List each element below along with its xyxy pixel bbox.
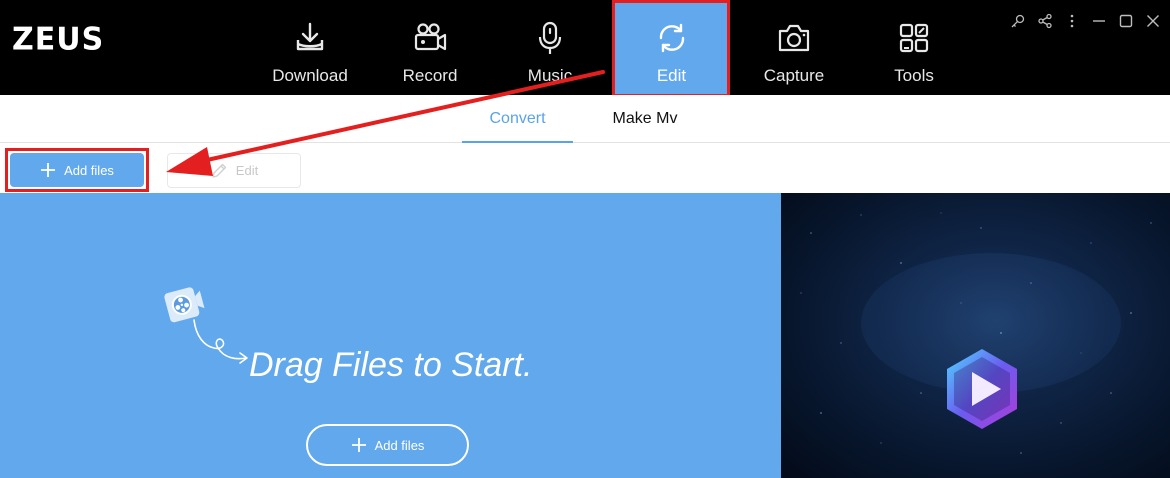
nav-capture[interactable]: Capture [734,0,854,95]
add-files-main-label: Add files [374,437,425,453]
close-icon[interactable] [1144,12,1162,30]
nav-edit[interactable]: Edit [613,0,730,95]
download-icon [296,22,324,51]
nav-label: Download [272,66,348,85]
nav-label: Music [527,66,573,85]
plus-icon [41,163,56,177]
nav-label: Edit [656,66,687,85]
nav-record[interactable]: Record [370,0,490,95]
plus-icon [351,438,366,452]
play-logo-icon [947,349,1017,429]
nav-music[interactable]: Music [490,0,610,95]
maximize-icon[interactable] [1117,12,1135,30]
edit-button[interactable]: Edit [167,153,301,188]
add-files-label: Add files [64,162,114,178]
add-files-main-button[interactable]: Add files [306,424,469,466]
minimize-icon[interactable] [1090,12,1108,30]
curved-arrow-icon [193,319,248,364]
drop-area[interactable]: Drag Files to Start. Add files [0,193,781,478]
camera-icon [778,24,810,52]
app-logo: ZEUS [12,21,105,58]
share-icon[interactable] [1036,12,1054,30]
pencil-icon [212,163,226,178]
nav-label: Record [402,66,458,85]
tab-make-mv[interactable]: Make Mv [590,95,700,143]
nav-label: Tools [894,66,934,85]
tab-convert[interactable]: Convert [462,95,573,143]
more-icon[interactable] [1063,12,1081,30]
drag-prompt: Drag Files to Start. [249,346,533,384]
video-camera-icon [414,23,447,51]
video-preview [781,193,1170,478]
window-controls [1009,10,1162,32]
starfield-background [800,212,1152,454]
edit-label: Edit [235,163,259,178]
key-icon[interactable] [1009,12,1027,30]
tools-grid-icon [899,23,929,53]
sub-tabs: Convert Make Mv [0,95,1170,143]
toolbar: Add files Edit [0,143,1170,193]
microphone-icon [538,21,562,54]
convert-cycle-icon [659,23,684,53]
add-files-button[interactable]: Add files [10,153,144,187]
top-bar: ZEUS Download Record Music Edit Capture … [0,0,1170,97]
nav-download[interactable]: Download [250,0,370,95]
nav-tools[interactable]: Tools [854,0,974,95]
nav-label: Capture [763,66,825,85]
